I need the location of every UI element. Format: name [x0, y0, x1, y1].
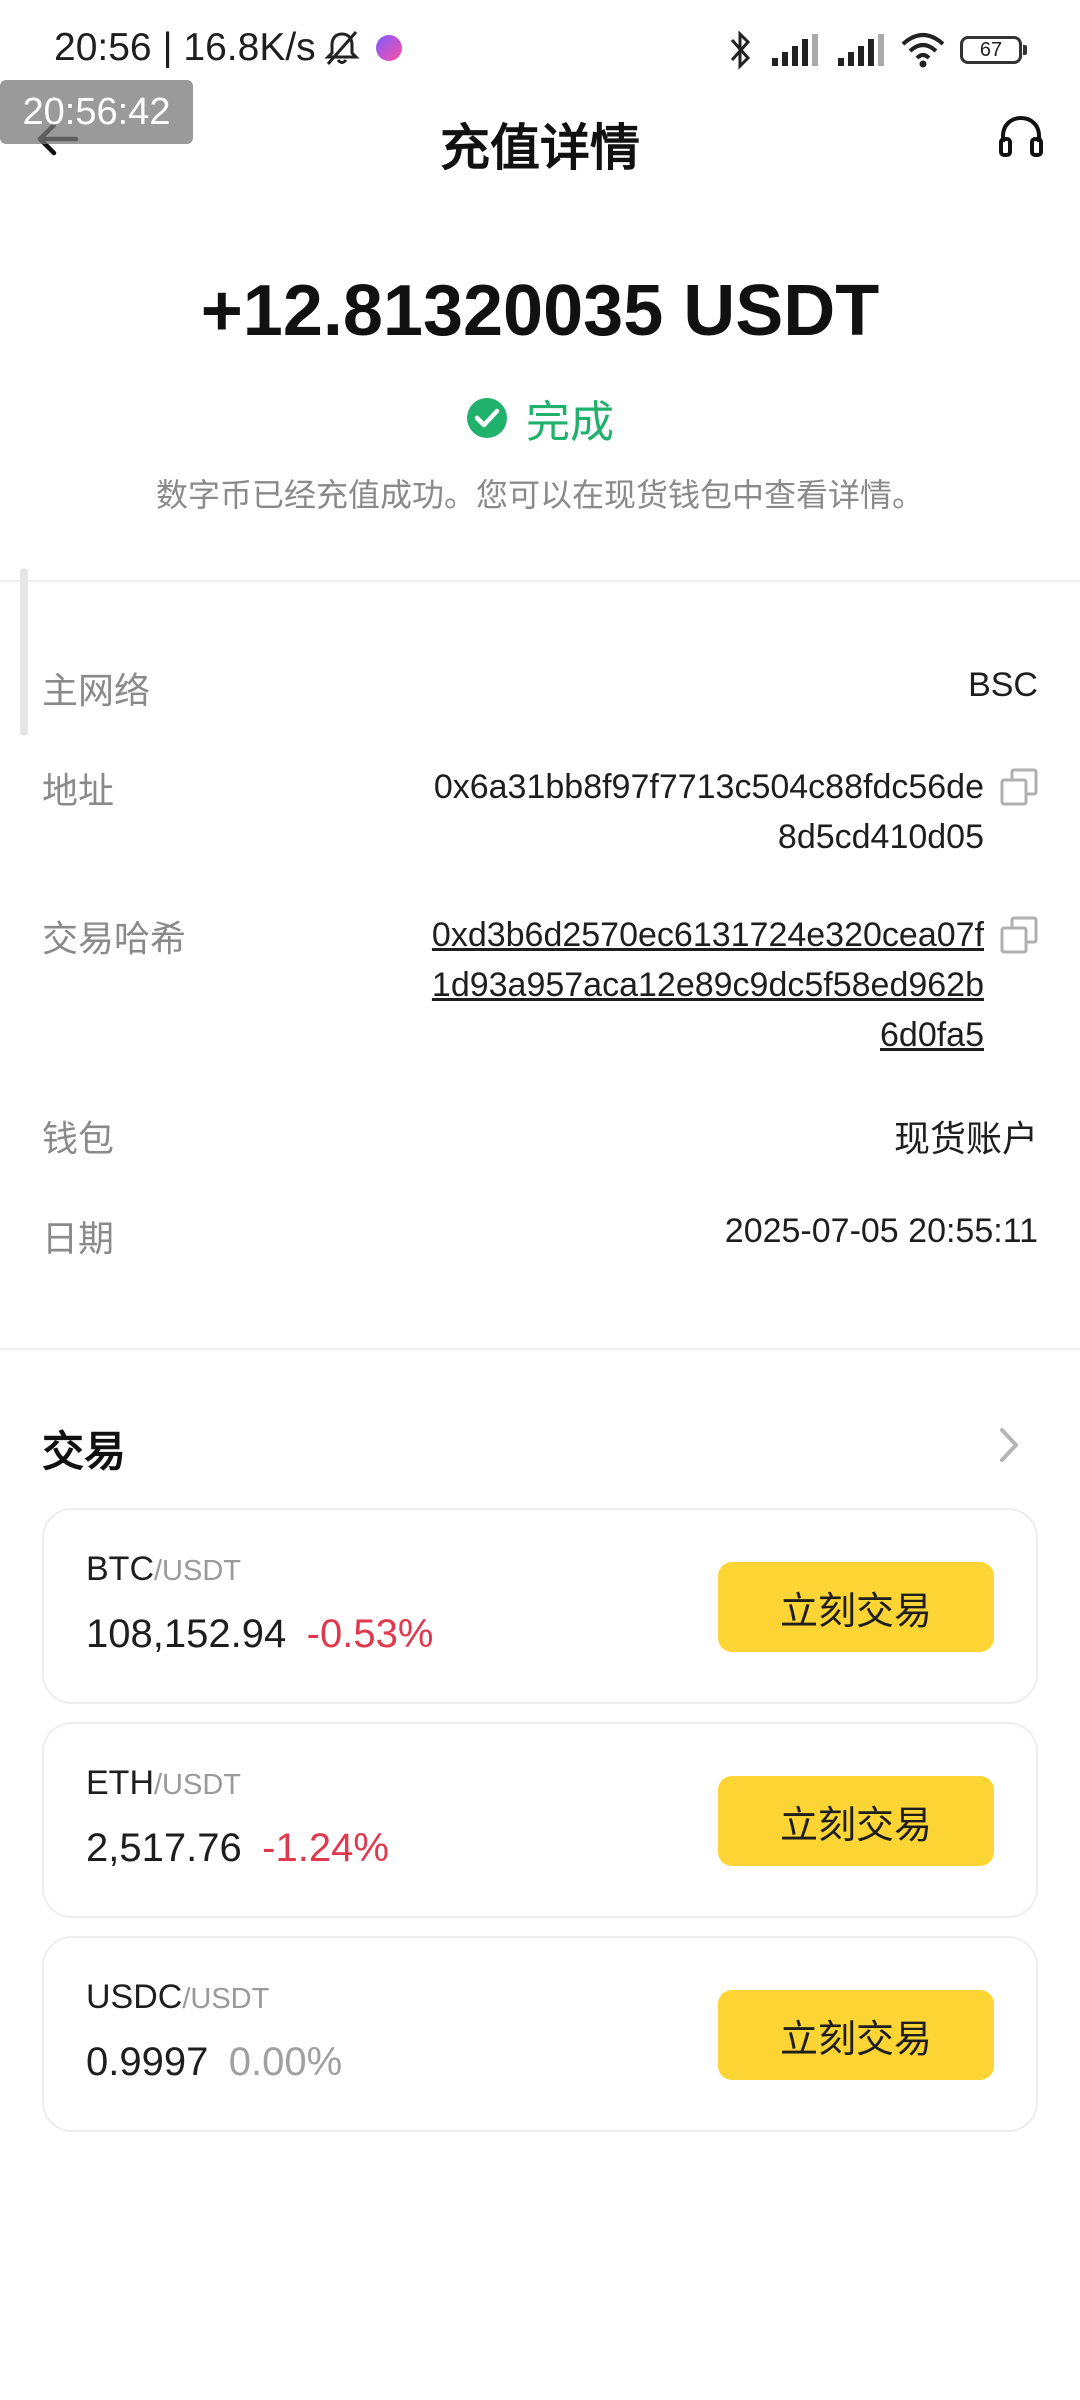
trade-now-button[interactable]: 立刻交易: [718, 1990, 994, 2080]
wallet-value: 现货账户: [893, 1118, 1038, 1159]
trade-section-title: 交易: [42, 1428, 127, 1475]
bluetooth-icon: [730, 30, 751, 70]
pair-price: 0.9997: [86, 2040, 209, 2084]
status-text: 完成: [526, 398, 614, 447]
success-check-icon: [467, 398, 507, 438]
trade-card-btc[interactable]: BTC/USDT 108,152.94 -0.53% 立刻交易: [42, 1508, 1038, 1704]
deposit-status: 完成: [0, 386, 1080, 450]
pair-change: -1.24%: [262, 1826, 389, 1870]
pair-quote: /USDT: [154, 1555, 241, 1587]
signal-icon: [772, 34, 818, 66]
time-overlay: 20:56:42: [0, 80, 193, 144]
deposit-description: 数字币已经充值成功。您可以在现货钱包中查看详情。: [155, 477, 924, 513]
price-row: 108,152.94 -0.53%: [86, 1612, 433, 1657]
pair-base: ETH: [86, 1764, 154, 1802]
status-net-speed: 16.8K/s: [183, 26, 316, 69]
trade-card-eth[interactable]: ETH/USDT 2,517.76 -1.24% 立刻交易: [42, 1722, 1038, 1918]
signal-icon-2: [838, 34, 884, 66]
status-time: 20:56: [54, 26, 152, 69]
status-bar-right: 67: [728, 30, 1027, 70]
battery-icon: 67: [960, 36, 1027, 64]
date-value: 2025-07-05 20:55:11: [724, 1212, 1038, 1250]
pair-base: BTC: [86, 1550, 154, 1588]
divider: [0, 1348, 1080, 1350]
wallet-label: 钱包: [42, 1118, 115, 1159]
headset-icon[interactable]: [996, 112, 1046, 162]
pair-price: 108,152.94: [86, 1612, 287, 1656]
pair-quote: /USDT: [182, 1983, 270, 2015]
network-value: BSC: [968, 666, 1038, 704]
copy-address-icon[interactable]: [1000, 768, 1038, 806]
wifi-icon: [901, 33, 945, 68]
date-label: 日期: [42, 1218, 115, 1259]
network-label: 主网络: [42, 670, 151, 711]
pair-price: 2,517.76: [86, 1826, 242, 1870]
trading-pair: ETH/USDT: [86, 1764, 241, 1803]
status-bar-left: 20:56 | 16.8K/s: [54, 26, 402, 70]
txhash-link[interactable]: 0xd3b6d2570ec6131724e320cea07f1d93a957ac…: [424, 910, 984, 1060]
address-value: 0x6a31bb8f97f7713c504c88fdc56de8d5cd410d…: [433, 768, 984, 856]
pair-quote: /USDT: [154, 1769, 241, 1801]
chevron-right-icon[interactable]: [994, 1426, 1024, 1464]
pair-base: USDC: [86, 1978, 183, 2016]
pair-change: 0.00%: [228, 2040, 343, 2084]
price-row: 0.9997 0.00%: [86, 2040, 342, 2085]
bell-muted-icon: [324, 31, 360, 65]
price-row: 2,517.76 -1.24%: [86, 1826, 389, 1871]
trading-pair: USDC/USDT: [86, 1978, 269, 2017]
trade-card-usdc[interactable]: USDC/USDT 0.9997 0.00% 立刻交易: [42, 1936, 1038, 2132]
divider: [0, 580, 1080, 582]
pair-change: -0.53%: [306, 1612, 434, 1656]
trade-now-button[interactable]: 立刻交易: [718, 1776, 994, 1866]
txhash-label: 交易哈希: [42, 918, 187, 959]
trade-now-button[interactable]: 立刻交易: [718, 1562, 994, 1652]
scroll-indicator: [20, 568, 28, 736]
address-label: 地址: [42, 770, 115, 811]
app-notification-icon: [375, 35, 402, 61]
deposit-amount: +12.81320035 USDT: [200, 271, 880, 351]
copy-txhash-icon[interactable]: [1000, 916, 1038, 954]
trading-pair: BTC/USDT: [86, 1550, 241, 1589]
